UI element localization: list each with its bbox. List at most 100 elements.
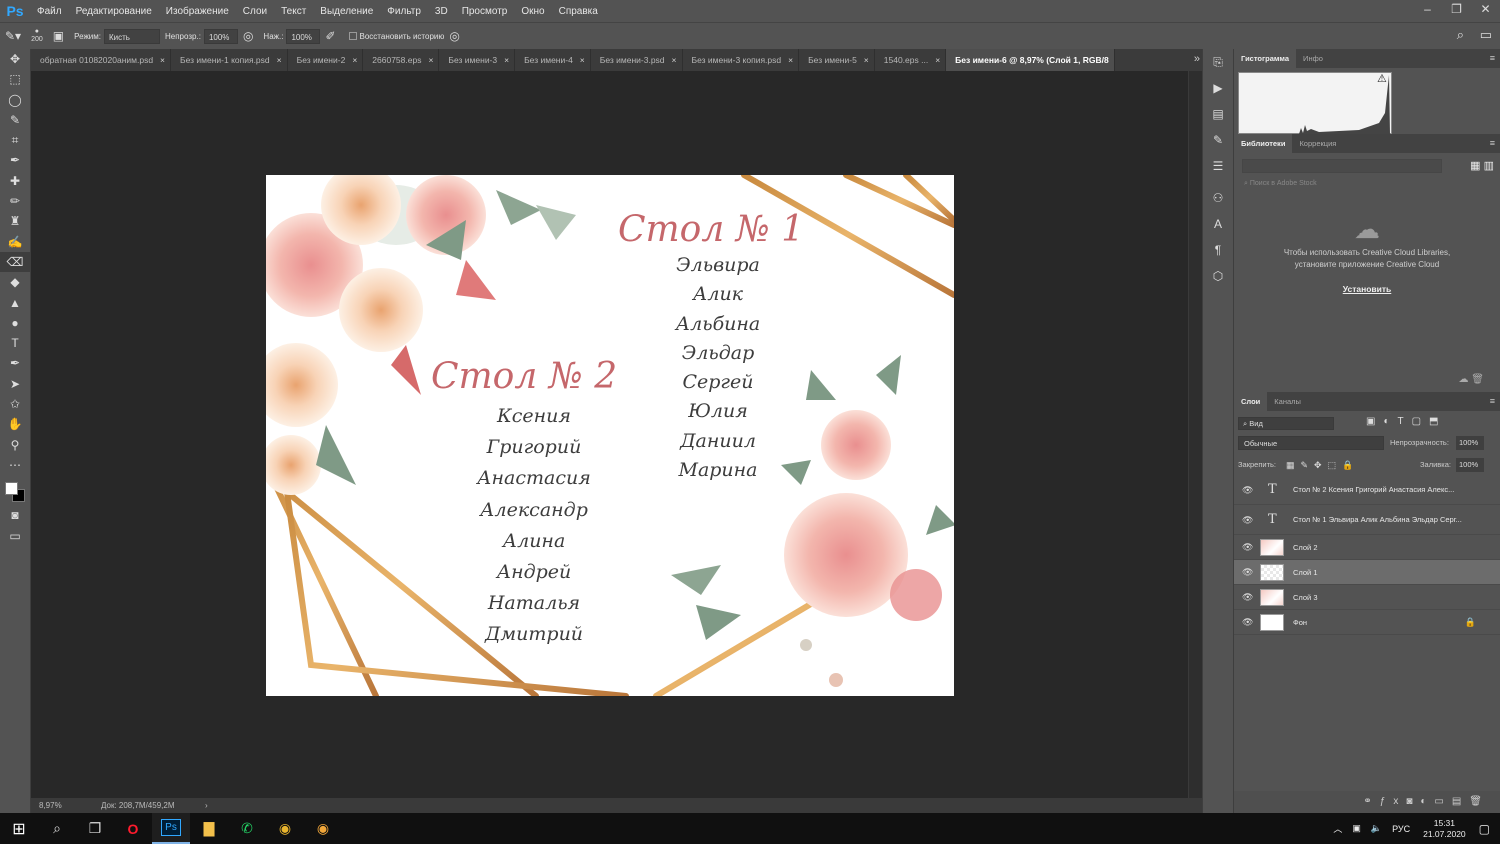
eraser-tool-icon[interactable]: ✎▾ bbox=[5, 29, 21, 43]
close-tab-icon[interactable]: × bbox=[788, 55, 793, 65]
chrome-canary-icon[interactable]: ◉ bbox=[304, 813, 342, 844]
close-tab-icon[interactable]: × bbox=[160, 55, 165, 65]
visibility-eye-icon[interactable]: 👁 bbox=[1242, 560, 1253, 585]
close-tab-icon[interactable]: × bbox=[580, 55, 585, 65]
opacity-field[interactable]: 100% bbox=[203, 28, 238, 44]
vertical-scrollbar[interactable] bbox=[1188, 71, 1202, 798]
panel-menu-icon[interactable]: ≡ bbox=[1490, 134, 1495, 153]
visibility-eye-icon[interactable]: 👁 bbox=[1242, 535, 1253, 560]
document-canvas[interactable]: Стол № 1 Эльвира Алик Альбина Эльдар Сер… bbox=[266, 175, 954, 696]
doc-tab[interactable]: Без имени-1 копия.psd × bbox=[171, 49, 288, 71]
menu-select[interactable]: Выделение bbox=[313, 6, 380, 17]
character-panel-icon[interactable]: A bbox=[1203, 211, 1233, 237]
network-icon[interactable]: ▣ bbox=[1352, 823, 1361, 834]
quick-mask-icon[interactable]: ◙ bbox=[0, 505, 30, 525]
history-panel-icon[interactable]: ⎘ bbox=[1203, 49, 1233, 75]
color-swatches[interactable] bbox=[4, 479, 30, 505]
more-tools-icon[interactable]: ⋯ bbox=[0, 455, 30, 475]
library-select[interactable] bbox=[1242, 159, 1442, 173]
flow-field[interactable]: 100% bbox=[286, 28, 321, 44]
volume-icon[interactable]: 🔈 bbox=[1371, 823, 1382, 834]
history-checkbox[interactable] bbox=[348, 32, 357, 40]
clock[interactable]: 15:31 21.07.2020 bbox=[1423, 818, 1466, 840]
doc-tab[interactable]: Без имени-3 × bbox=[439, 49, 516, 71]
quick-select-tool-icon[interactable]: ✎ bbox=[0, 110, 30, 130]
move-tool-icon[interactable]: ✥ bbox=[0, 49, 30, 69]
lasso-tool-icon[interactable]: ◯ bbox=[0, 90, 30, 110]
doc-tab-active[interactable]: Без имени-6 @ 8,97% (Слой 1, RGB/8 bbox=[946, 49, 1115, 71]
filter-type-icons[interactable]: ▣◐T▢⬒ bbox=[1366, 416, 1447, 427]
layer-row[interactable]: 👁 Слой 2 bbox=[1234, 535, 1500, 560]
chrome-icon[interactable]: ◉ bbox=[266, 813, 304, 844]
layer-row[interactable]: 👁 T Стол № 2 Ксения Григорий Анастасия А… bbox=[1234, 475, 1500, 505]
warning-icon[interactable]: ⚠ bbox=[1377, 72, 1387, 85]
language-indicator[interactable]: РУС bbox=[1392, 824, 1410, 834]
path-select-tool-icon[interactable]: ➤ bbox=[0, 374, 30, 394]
layer-row[interactable]: 👁 Слой 3 bbox=[1234, 585, 1500, 610]
tray-chevron-icon[interactable]: ︿ bbox=[1333, 822, 1342, 835]
properties-panel-icon[interactable]: ▤ bbox=[1203, 101, 1233, 127]
doc-tab[interactable]: Без имени-3 копия.psd × bbox=[683, 49, 800, 71]
clone-source-icon[interactable]: ⚇ bbox=[1203, 185, 1233, 211]
view-toggle-icon[interactable]: ▦ ▥ bbox=[1470, 159, 1494, 172]
pen-tool-icon[interactable]: ✒ bbox=[0, 353, 30, 373]
menu-image[interactable]: Изображение bbox=[159, 6, 236, 17]
eraser-tool-icon[interactable]: ⌫ bbox=[0, 251, 30, 273]
blend-mode-select[interactable]: Обычные bbox=[1238, 436, 1384, 450]
minimize-button[interactable]: – bbox=[1413, 0, 1442, 22]
healing-tool-icon[interactable]: ✚ bbox=[0, 171, 30, 191]
zoom-level[interactable]: 8,97% bbox=[39, 798, 62, 813]
paint-bucket-tool-icon[interactable]: ◆ bbox=[0, 272, 30, 292]
blur-tool-icon[interactable]: ▲ bbox=[0, 293, 30, 313]
menu-text[interactable]: Текст bbox=[274, 6, 313, 17]
layer-row-selected[interactable]: 👁 Слой 1 bbox=[1234, 560, 1500, 585]
more-tabs-icon[interactable]: » bbox=[1194, 49, 1200, 69]
doc-tab[interactable]: Без имени-5 × bbox=[799, 49, 875, 71]
whatsapp-icon[interactable]: ✆ bbox=[228, 813, 266, 844]
stamp-tool-icon[interactable]: ♜ bbox=[0, 211, 30, 231]
tab-libraries[interactable]: Библиотеки bbox=[1234, 134, 1293, 153]
actions-panel-icon[interactable]: ▶ bbox=[1203, 75, 1233, 101]
notifications-icon[interactable]: ▢ bbox=[1479, 822, 1490, 836]
tab-channels[interactable]: Каналы bbox=[1267, 392, 1308, 411]
close-tab-icon[interactable]: × bbox=[672, 55, 677, 65]
restore-button[interactable]: ❐ bbox=[1442, 0, 1471, 22]
doc-tab[interactable]: Без имени-4 × bbox=[515, 49, 591, 71]
install-link[interactable]: Установить bbox=[1234, 283, 1500, 295]
menu-edit[interactable]: Редактирование bbox=[69, 6, 159, 17]
history-brush-tool-icon[interactable]: ✍ bbox=[0, 232, 30, 252]
layer-filter-select[interactable]: ⌕ Вид bbox=[1238, 417, 1334, 430]
menu-3d[interactable]: 3D bbox=[428, 6, 455, 17]
close-tab-icon[interactable]: × bbox=[277, 55, 282, 65]
layers-footer-buttons[interactable]: ⚭ƒx◙◐▭▤🗑 bbox=[1234, 791, 1500, 813]
windows-start-icon[interactable]: ⊞ bbox=[0, 813, 38, 844]
task-view-icon[interactable]: ❐ bbox=[76, 813, 114, 844]
stock-search-input[interactable]: ⌕ Поиск в Adobe Stock bbox=[1240, 177, 1492, 191]
menu-help[interactable]: Справка bbox=[552, 6, 605, 17]
visibility-eye-icon[interactable]: 👁 bbox=[1242, 610, 1253, 635]
visibility-eye-icon[interactable]: 👁 bbox=[1242, 585, 1253, 610]
menu-file[interactable]: Файл bbox=[30, 6, 69, 17]
paragraph-panel-icon[interactable]: ¶ bbox=[1203, 237, 1233, 263]
adjustments-panel-icon[interactable]: ☰ bbox=[1203, 153, 1233, 179]
screen-mode-icon[interactable]: ▭ bbox=[0, 526, 30, 546]
panel-menu-icon[interactable]: ≡ bbox=[1490, 49, 1495, 68]
doc-tab[interactable]: Без имени-2 × bbox=[288, 49, 364, 71]
menu-layers[interactable]: Слои bbox=[236, 6, 274, 17]
fill-field[interactable]: 100% bbox=[1456, 458, 1484, 472]
marquee-tool-icon[interactable]: ⬚ bbox=[0, 69, 30, 89]
menu-view[interactable]: Просмотр bbox=[455, 6, 515, 17]
brush-preset-picker[interactable]: ● 200 bbox=[31, 28, 43, 44]
menu-filter[interactable]: Фильтр bbox=[380, 6, 428, 17]
pressure-size-icon[interactable]: ◎ bbox=[449, 29, 459, 43]
close-tab-icon[interactable]: × bbox=[864, 55, 869, 65]
doc-tab[interactable]: 1540.eps ... × bbox=[875, 49, 947, 71]
library-footer-icons[interactable]: ☁ 🗑 bbox=[1459, 374, 1484, 386]
search-icon[interactable]: ⌕ bbox=[1457, 27, 1464, 42]
eyedropper-tool-icon[interactable]: ✒ bbox=[0, 150, 30, 170]
dodge-tool-icon[interactable]: ● bbox=[0, 313, 30, 333]
shape-tool-icon[interactable]: ✩ bbox=[0, 394, 30, 414]
photoshop-taskbar-icon[interactable]: Ps bbox=[152, 813, 190, 844]
doc-tab[interactable]: 2660758.eps × bbox=[363, 49, 440, 71]
search-icon[interactable]: ⌕ bbox=[38, 813, 76, 844]
